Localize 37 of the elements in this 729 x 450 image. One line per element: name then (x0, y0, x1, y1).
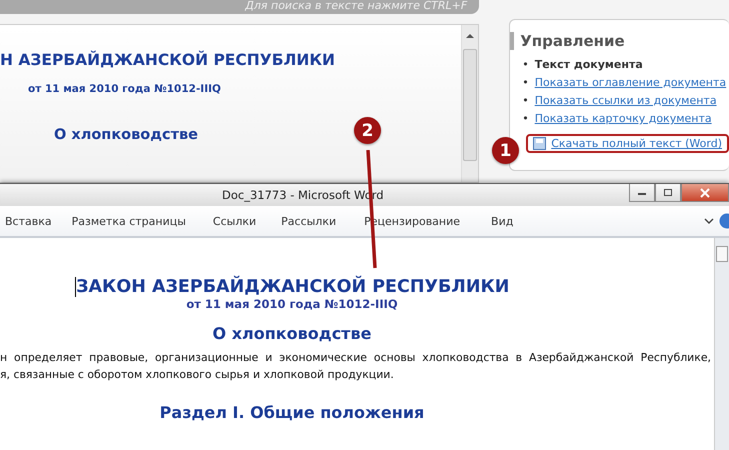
paragraph-line: я, связанные с оборотом хлопкового сырья и хлопковой продукции. (0, 367, 395, 383)
panel-link[interactable]: Показать оглавление документа (534, 74, 726, 92)
document-date: от 11 мая 2010 года №1012-IIIQ (28, 82, 221, 95)
text-cursor (74, 277, 76, 297)
law-title: ЗАКОН АЗЕРБАЙДЖАНСКОЙ РЕСПУБЛИКИ (76, 277, 510, 297)
caret-icon[interactable] (704, 217, 714, 225)
law-subject: О хлопководстве (212, 324, 372, 343)
ribbon-tab[interactable]: Разметка страницы (56, 214, 201, 228)
scrollbar[interactable] (461, 24, 478, 182)
panel-title: Управление (510, 32, 729, 50)
document-icon (533, 137, 546, 150)
list-bullet: • (522, 111, 529, 127)
list-bullet: • (522, 57, 529, 73)
law-date: от 11 мая 2010 года №1012-IIIQ (186, 297, 398, 311)
panel-link[interactable]: Показать карточку документа (534, 110, 712, 128)
ribbon-tab[interactable]: Вставка (0, 214, 57, 228)
search-hint: Для поиска в тексте нажмите CTRL+F (245, 0, 468, 12)
document-title: Н АЗЕРБАЙДЖАНСКОЙ РЕСПУБЛИКИ (0, 50, 335, 69)
scrollbar[interactable] (714, 238, 729, 450)
list-bullet: • (522, 75, 529, 91)
close-button[interactable] (681, 184, 729, 202)
maximize-button[interactable] (655, 184, 681, 202)
ribbon-tab[interactable]: Вид (475, 214, 530, 228)
document-subject: О хлопководстве (54, 126, 198, 143)
minimize-button[interactable] (629, 184, 655, 202)
panel-link[interactable]: Показать ссылки из документа (534, 92, 717, 110)
paragraph-line: н определяет правовые, организационные и экономические основы хлопководства в Азербайджанской Республике, (0, 350, 711, 366)
panel-link[interactable]: Текст документа (534, 56, 643, 74)
maximize-icon (663, 188, 673, 197)
list-bullet: • (522, 93, 529, 109)
download-word-link[interactable]: Скачать полный текст (Word) (526, 134, 729, 153)
ribbon-tab[interactable]: Ссылки (200, 214, 268, 228)
close-icon (700, 188, 710, 198)
ribbon-tab[interactable]: Рассылки (268, 214, 350, 228)
callout-marker: 1 (492, 137, 519, 164)
scroll-thumb[interactable] (463, 48, 477, 161)
section-heading: Раздел I. Общие положения (160, 403, 424, 422)
